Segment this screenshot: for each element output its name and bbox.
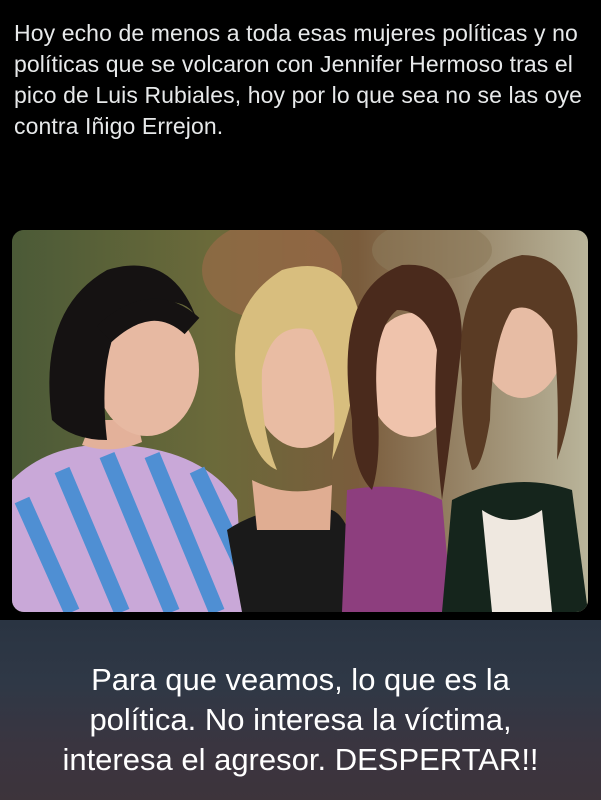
- caption-overlay-text: Para que veamos, lo que es la política. …: [0, 660, 601, 780]
- caption-line-3: interesa el agresor. DESPERTAR!!: [62, 742, 539, 777]
- caption-line-2: política. No interesa la víctima,: [89, 702, 512, 737]
- post-photo[interactable]: [12, 230, 588, 612]
- caption-line-1: Para que veamos, lo que es la: [91, 662, 510, 697]
- post-text: Hoy echo de menos a toda esas mujeres po…: [14, 20, 583, 139]
- photo-illustration: [12, 230, 588, 612]
